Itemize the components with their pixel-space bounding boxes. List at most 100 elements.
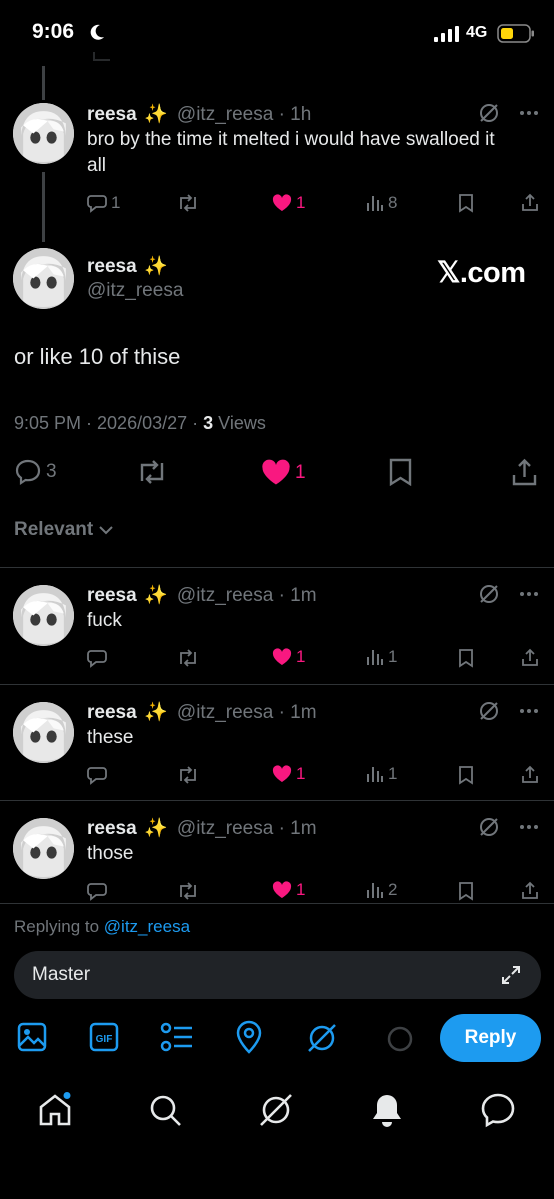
bookmark-icon[interactable] — [457, 648, 475, 668]
divider — [0, 800, 554, 801]
tweet-meta: 9:05 PM · 2026/03/27 · 3 Views — [14, 413, 266, 434]
divider — [0, 903, 554, 904]
share-icon[interactable] — [511, 458, 538, 486]
reply-submit-button[interactable]: Reply — [440, 1014, 541, 1062]
grok-icon[interactable] — [478, 583, 500, 605]
moon-icon — [90, 24, 104, 40]
main-like-button[interactable]: 1 — [261, 459, 306, 486]
display-name[interactable]: reesa — [87, 818, 137, 839]
share-icon[interactable] — [520, 647, 540, 667]
user-handle[interactable]: @itz_reesa — [177, 585, 273, 606]
grok-icon[interactable] — [258, 1092, 294, 1128]
sort-selector[interactable]: Relevant — [14, 519, 113, 541]
repost-icon[interactable] — [135, 459, 169, 485]
grok-icon[interactable] — [478, 816, 500, 838]
share-icon[interactable] — [520, 192, 540, 212]
main-tweet-header: reesa ✨ — [87, 254, 172, 278]
reply-button[interactable]: 1 — [87, 193, 120, 213]
repost-button[interactable] — [176, 193, 200, 213]
like-button[interactable]: 1 — [272, 764, 305, 784]
reply-input-value[interactable]: Master — [32, 964, 90, 986]
user-handle[interactable]: @itz_reesa — [177, 818, 273, 839]
user-handle[interactable]: @itz_reesa — [87, 280, 183, 302]
views-button[interactable]: 1 — [366, 647, 397, 667]
bookmark-icon[interactable] — [457, 193, 475, 213]
reply-text: fuck — [87, 610, 122, 631]
like-count: 1 — [295, 461, 306, 483]
display-name[interactable]: reesa — [87, 256, 137, 277]
location-icon[interactable] — [235, 1020, 263, 1054]
views-button[interactable]: 2 — [366, 880, 397, 900]
tweet-text: bro by the time it melted i would have s… — [87, 129, 495, 176]
search-icon[interactable] — [147, 1092, 183, 1128]
heart-filled-icon — [272, 648, 292, 665]
notifications-icon[interactable] — [369, 1092, 405, 1128]
reply-icon[interactable] — [87, 648, 107, 668]
grok-icon[interactable] — [306, 1022, 338, 1054]
main-tweet-text: or like 10 of thise — [14, 344, 181, 369]
sort-label: Relevant — [14, 519, 94, 540]
anime-avatar-icon — [13, 818, 74, 879]
like-button[interactable]: 1 — [272, 193, 305, 213]
reply-header: reesa ✨ @itz_reesa · 1m — [87, 583, 317, 607]
like-count: 1 — [296, 880, 306, 899]
repost-icon[interactable] — [176, 765, 200, 785]
like-button[interactable]: 1 — [272, 647, 305, 667]
sparkle-emoji: ✨ — [143, 585, 168, 606]
reply-icon[interactable] — [87, 765, 107, 785]
expand-icon[interactable] — [501, 965, 521, 985]
views-button[interactable]: 8 — [366, 193, 397, 213]
replying-mention[interactable]: @itz_reesa — [104, 917, 190, 936]
display-name[interactable]: reesa — [87, 585, 137, 606]
more-icon[interactable] — [518, 816, 540, 838]
share-icon[interactable] — [520, 764, 540, 784]
image-icon[interactable] — [17, 1022, 47, 1052]
more-icon[interactable] — [518, 102, 540, 124]
reply-input[interactable]: Master — [14, 951, 541, 999]
bookmark-icon[interactable] — [388, 458, 413, 486]
poll-icon[interactable] — [160, 1022, 194, 1052]
sparkle-emoji: ✨ — [143, 818, 168, 839]
grok-icon[interactable] — [478, 700, 500, 722]
more-icon[interactable] — [518, 583, 540, 605]
display-name[interactable]: reesa — [87, 702, 137, 723]
avatar[interactable] — [13, 585, 74, 646]
tweet-top-actions — [478, 102, 540, 124]
svg-text:GIF: GIF — [96, 1034, 113, 1045]
status-bar: 9:06 4G — [0, 0, 554, 68]
avatar[interactable] — [13, 818, 74, 879]
repost-icon[interactable] — [176, 648, 200, 668]
views-icon — [367, 196, 383, 211]
messages-icon[interactable] — [480, 1092, 516, 1128]
repost-icon — [180, 194, 196, 212]
like-count: 1 — [296, 764, 306, 783]
avatar[interactable] — [13, 103, 74, 164]
repost-icon[interactable] — [176, 881, 200, 901]
grok-icon[interactable] — [478, 102, 500, 124]
like-button[interactable]: 1 — [272, 880, 305, 900]
views-icon — [367, 767, 383, 782]
anime-avatar-icon — [13, 702, 74, 763]
avatar[interactable] — [13, 702, 74, 763]
main-reply-button[interactable]: 3 — [14, 458, 57, 486]
divider — [0, 684, 554, 685]
tweet-timestamp: 9:05 PM · 2026/03/27 · — [14, 413, 204, 433]
partial-icon — [93, 52, 110, 61]
divider — [0, 567, 554, 568]
bookmark-icon[interactable] — [457, 881, 475, 901]
user-handle[interactable]: @itz_reesa — [177, 702, 273, 723]
more-icon[interactable] — [518, 700, 540, 722]
bookmark-icon[interactable] — [457, 765, 475, 785]
views-button[interactable]: 1 — [366, 764, 397, 784]
status-time: 9:06 — [32, 20, 75, 43]
character-count-ring-icon — [387, 1026, 413, 1052]
display-name[interactable]: reesa — [87, 104, 137, 125]
gif-icon[interactable]: GIF — [89, 1022, 119, 1052]
views-icon — [367, 883, 383, 898]
share-icon[interactable] — [520, 880, 540, 900]
tweet-top-actions — [478, 700, 540, 722]
user-handle[interactable]: @itz_reesa — [177, 104, 273, 125]
reply-icon[interactable] — [87, 881, 107, 901]
avatar[interactable] — [13, 248, 74, 309]
home-icon[interactable] — [37, 1092, 73, 1128]
